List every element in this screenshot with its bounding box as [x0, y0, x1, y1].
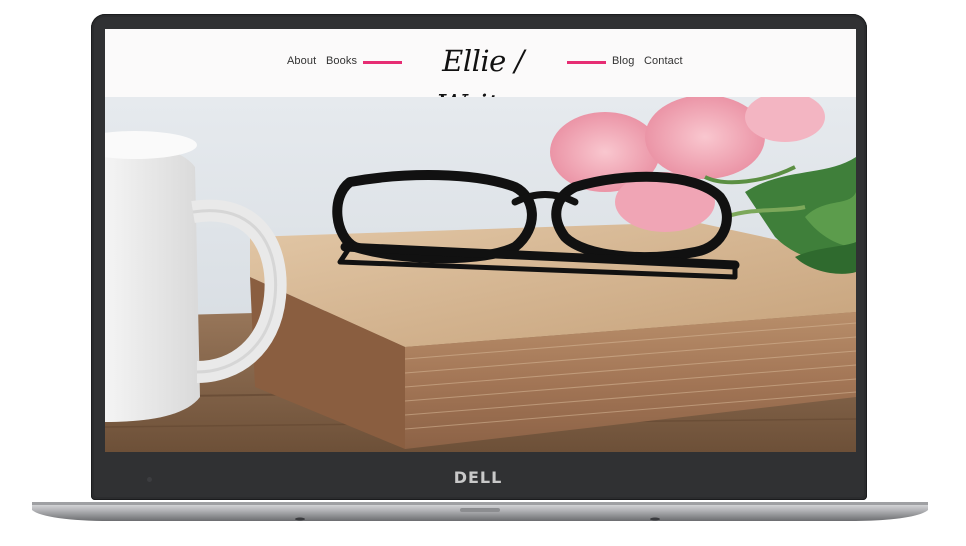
site-header: About Books Ellie / Writes Blog Contact	[105, 29, 856, 122]
hero-image	[105, 97, 856, 452]
nav-contact-link[interactable]: Contact	[644, 55, 683, 67]
accent-line-left	[363, 61, 402, 64]
nav-books-link[interactable]: Books	[326, 55, 357, 67]
nav-blog-link[interactable]: Blog	[612, 55, 634, 67]
laptop-screen: About Books Ellie / Writes Blog Contact	[105, 29, 856, 452]
webcam-icon	[147, 477, 152, 482]
nav-about-link[interactable]: About	[287, 55, 316, 67]
dell-logo: DELL	[453, 468, 503, 487]
hero-photo-icon	[105, 97, 856, 452]
accent-line-right	[567, 61, 606, 64]
laptop-base	[30, 500, 930, 522]
